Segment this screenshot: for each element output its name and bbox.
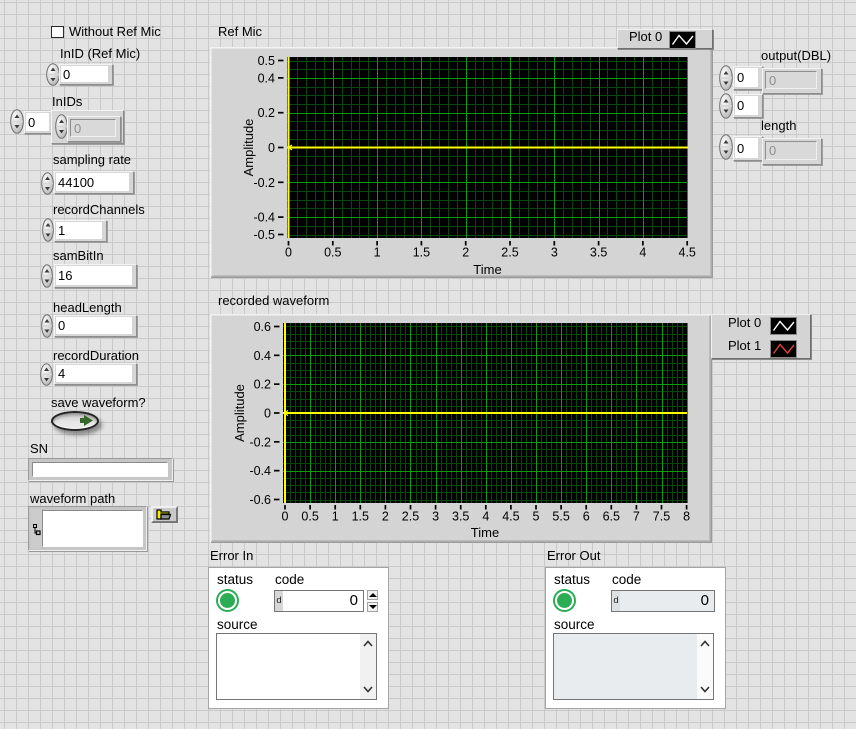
svg-text:2.5: 2.5 (402, 510, 419, 524)
svg-text:0.5: 0.5 (324, 246, 341, 260)
svg-text:0: 0 (285, 246, 292, 260)
svg-text:3: 3 (432, 510, 439, 524)
svg-text:0.5: 0.5 (301, 510, 318, 524)
svg-text:6: 6 (583, 510, 590, 524)
svg-text:2.5: 2.5 (501, 246, 518, 260)
svg-text:-0.2: -0.2 (253, 176, 275, 190)
svg-text:0: 0 (264, 406, 271, 420)
svg-text:0: 0 (282, 510, 289, 524)
svg-text:0: 0 (268, 141, 275, 155)
svg-text:-0.6: -0.6 (249, 493, 271, 507)
svg-text:-0.5: -0.5 (253, 228, 275, 242)
svg-text:Amplitude: Amplitude (241, 119, 256, 177)
svg-text:Amplitude: Amplitude (232, 384, 247, 442)
svg-text:4.5: 4.5 (679, 246, 696, 260)
svg-text:3.5: 3.5 (452, 510, 469, 524)
svg-text:0.6: 0.6 (254, 320, 271, 334)
svg-text:1: 1 (332, 510, 339, 524)
svg-text:0.2: 0.2 (258, 106, 275, 120)
svg-text:0.5: 0.5 (258, 54, 275, 68)
svg-text:3: 3 (551, 246, 558, 260)
svg-text:-0.4: -0.4 (253, 211, 275, 225)
svg-text:Time: Time (473, 262, 501, 277)
svg-text:1.5: 1.5 (413, 246, 430, 260)
svg-text:3.5: 3.5 (590, 246, 607, 260)
svg-text:0.4: 0.4 (254, 349, 271, 363)
svg-text:4: 4 (639, 246, 646, 260)
svg-text:7.5: 7.5 (653, 510, 670, 524)
svg-text:-0.2: -0.2 (249, 435, 271, 449)
svg-text:4.5: 4.5 (502, 510, 519, 524)
svg-text:2: 2 (462, 246, 469, 260)
svg-text:0.4: 0.4 (258, 71, 275, 85)
svg-text:5.5: 5.5 (552, 510, 569, 524)
svg-text:4: 4 (482, 510, 489, 524)
svg-text:7: 7 (633, 510, 640, 524)
svg-text:Time: Time (471, 525, 499, 540)
svg-text:8: 8 (683, 510, 690, 524)
svg-text:1.5: 1.5 (352, 510, 369, 524)
svg-text:0.2: 0.2 (254, 378, 271, 392)
svg-text:5: 5 (533, 510, 540, 524)
svg-text:-0.4: -0.4 (249, 464, 271, 478)
svg-text:1: 1 (374, 246, 381, 260)
svg-text:2: 2 (382, 510, 389, 524)
svg-text:6.5: 6.5 (603, 510, 620, 524)
